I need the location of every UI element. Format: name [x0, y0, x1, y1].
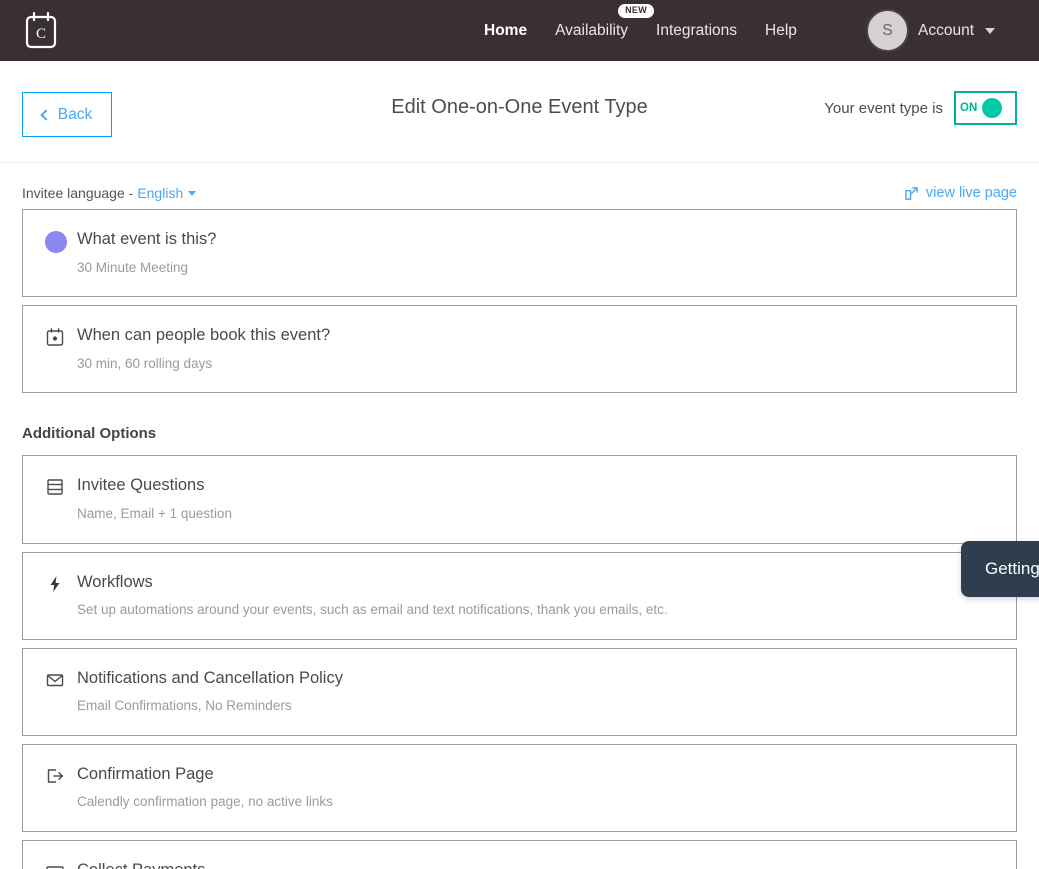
additional-options-heading: Additional Options [22, 425, 157, 443]
card-title: Confirmation Page [77, 764, 214, 783]
card-icon-wrap [45, 229, 77, 253]
card-what-event-is-this[interactable]: What event is this? 30 Minute Meeting [22, 209, 1017, 298]
nav-link-home[interactable]: Home [470, 0, 541, 61]
view-live-page-link[interactable]: view live page [904, 185, 1017, 201]
avatar[interactable]: S [866, 9, 909, 52]
nav-link-availability-label: Availability [555, 22, 629, 39]
card-subtitle: Set up automations around your events, s… [77, 602, 668, 618]
main-content: Invitee language - English view live pag… [0, 163, 1039, 869]
card-title: Workflows [77, 572, 153, 591]
top-navbar: C Home Availability NEW Integrations Hel… [0, 0, 1039, 61]
nav-link-help[interactable]: Help [751, 0, 811, 61]
card-subtitle: 30 min, 60 rolling days [77, 355, 213, 371]
envelope-icon [46, 673, 64, 686]
color-swatch-icon [45, 231, 67, 253]
calendly-logo[interactable]: C [22, 11, 60, 51]
credit-card-icon [46, 866, 64, 869]
card-icon-wrap [45, 668, 77, 690]
toggle-knob [982, 98, 1003, 118]
card-subtitle: Calendly confirmation page, no active li… [77, 794, 333, 810]
card-subtitle: 30 Minute Meeting [77, 259, 189, 275]
account-label: Account [918, 21, 975, 39]
card-when-can-people-book[interactable]: When can people book this event? 30 min,… [22, 305, 1017, 394]
event-type-toggle-area: Your event type is ON [824, 91, 1017, 125]
exit-arrow-icon [47, 769, 64, 783]
card-title: Invitee Questions [77, 476, 205, 495]
card-icon-wrap [45, 860, 77, 869]
lightning-bolt-icon [50, 575, 60, 592]
card-title: What event is this? [77, 230, 217, 248]
card-subtitle: Email Confirmations, No Reminders [77, 698, 292, 714]
invitee-language-value[interactable]: English [137, 185, 183, 201]
navbar-links: Home Availability NEW Integrations Help [470, 0, 811, 61]
external-link-icon [905, 186, 918, 200]
page-subheader: Back Edit One-on-One Event Type Your eve… [0, 61, 1039, 163]
card-title: Collect Payments [77, 860, 1016, 869]
account-menu[interactable]: S Account [866, 0, 996, 61]
view-live-page-label: view live page [925, 185, 1017, 201]
card-icon-wrap [45, 325, 77, 347]
invitee-language-label: Invitee language - [22, 185, 134, 201]
card-icon-wrap [45, 764, 77, 786]
card-subtitle: Name, Email + 1 question [77, 505, 232, 521]
toggle-state-label: ON [960, 102, 978, 114]
calendar-c-logo-icon: C [25, 11, 57, 49]
card-title: Notifications and Cancellation Policy [77, 668, 343, 687]
card-title: When can people book this event? [77, 326, 331, 345]
invitee-language: Invitee language - English [22, 185, 197, 201]
nav-link-integrations[interactable]: Integrations [642, 0, 751, 61]
card-collect-payments[interactable]: Collect Payments no payment method [22, 840, 1017, 869]
toggle-label: Your event type is [824, 99, 943, 117]
event-type-toggle[interactable]: ON [954, 91, 1017, 125]
chevron-down-icon[interactable] [188, 190, 197, 196]
nav-link-availability[interactable]: Availability NEW [541, 0, 655, 61]
card-workflows[interactable]: Workflows Set up automations around your… [22, 551, 1017, 640]
card-invitee-questions[interactable]: Invitee Questions Name, Email + 1 questi… [22, 455, 1017, 544]
language-row: Invitee language - English view live pag… [22, 163, 1017, 209]
card-notifications-cancellation-policy[interactable]: Notifications and Cancellation Policy Em… [22, 647, 1017, 736]
getting-started-tab-label: Getting [985, 559, 1039, 578]
card-icon-wrap [45, 475, 77, 497]
calendar-dot-icon [46, 328, 64, 346]
getting-started-tab[interactable]: Getting [961, 541, 1039, 597]
card-confirmation-page[interactable]: Confirmation Page Calendly confirmation … [22, 743, 1017, 833]
svg-text:C: C [36, 26, 46, 42]
card-icon-wrap [45, 572, 77, 594]
form-window-icon [47, 479, 63, 496]
chevron-down-icon [985, 27, 996, 34]
